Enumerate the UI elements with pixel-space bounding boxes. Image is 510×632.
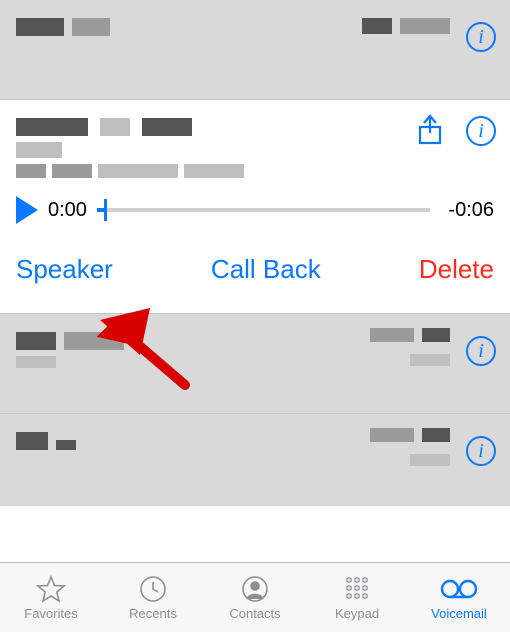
clock-icon	[139, 574, 167, 604]
star-icon	[36, 574, 66, 604]
tab-recents[interactable]: Recents	[102, 563, 204, 632]
playback-controls: 0:00 -0:06	[16, 196, 494, 224]
playback-scrubber[interactable]	[97, 208, 430, 212]
tab-keypad[interactable]: Keypad	[306, 563, 408, 632]
call-back-button[interactable]: Call Back	[211, 254, 321, 285]
info-icon[interactable]: i	[466, 116, 496, 146]
delete-button[interactable]: Delete	[419, 254, 494, 285]
info-icon[interactable]: i	[466, 336, 496, 366]
tab-label: Favorites	[24, 606, 77, 621]
tab-contacts[interactable]: Contacts	[204, 563, 306, 632]
voicemail-row[interactable]: i	[0, 0, 510, 100]
tab-label: Voicemail	[431, 606, 487, 621]
tab-bar: Favorites Recents Contacts	[0, 562, 510, 632]
voicemail-row-expanded: i 0:00 -0:06 Speaker Call Back Delete	[0, 100, 510, 314]
contacts-icon	[241, 574, 269, 604]
tab-voicemail[interactable]: Voicemail	[408, 563, 510, 632]
voicemail-list: i i 0:00	[0, 0, 510, 506]
voicemail-row[interactable]: i	[0, 414, 510, 506]
tab-favorites[interactable]: Favorites	[0, 563, 102, 632]
tab-label: Contacts	[229, 606, 280, 621]
tab-label: Keypad	[335, 606, 379, 621]
info-icon[interactable]: i	[466, 22, 496, 52]
voicemail-actions: Speaker Call Back Delete	[16, 254, 494, 285]
share-icon[interactable]	[412, 112, 448, 148]
voicemail-icon	[439, 574, 479, 604]
playback-current-time: 0:00	[48, 199, 87, 222]
info-icon[interactable]: i	[466, 436, 496, 466]
keypad-icon	[343, 574, 371, 604]
voicemail-row[interactable]: i	[0, 314, 510, 414]
tab-label: Recents	[129, 606, 177, 621]
play-icon[interactable]	[16, 196, 38, 224]
speaker-button[interactable]: Speaker	[16, 254, 113, 285]
playback-remaining-time: -0:06	[448, 199, 494, 222]
